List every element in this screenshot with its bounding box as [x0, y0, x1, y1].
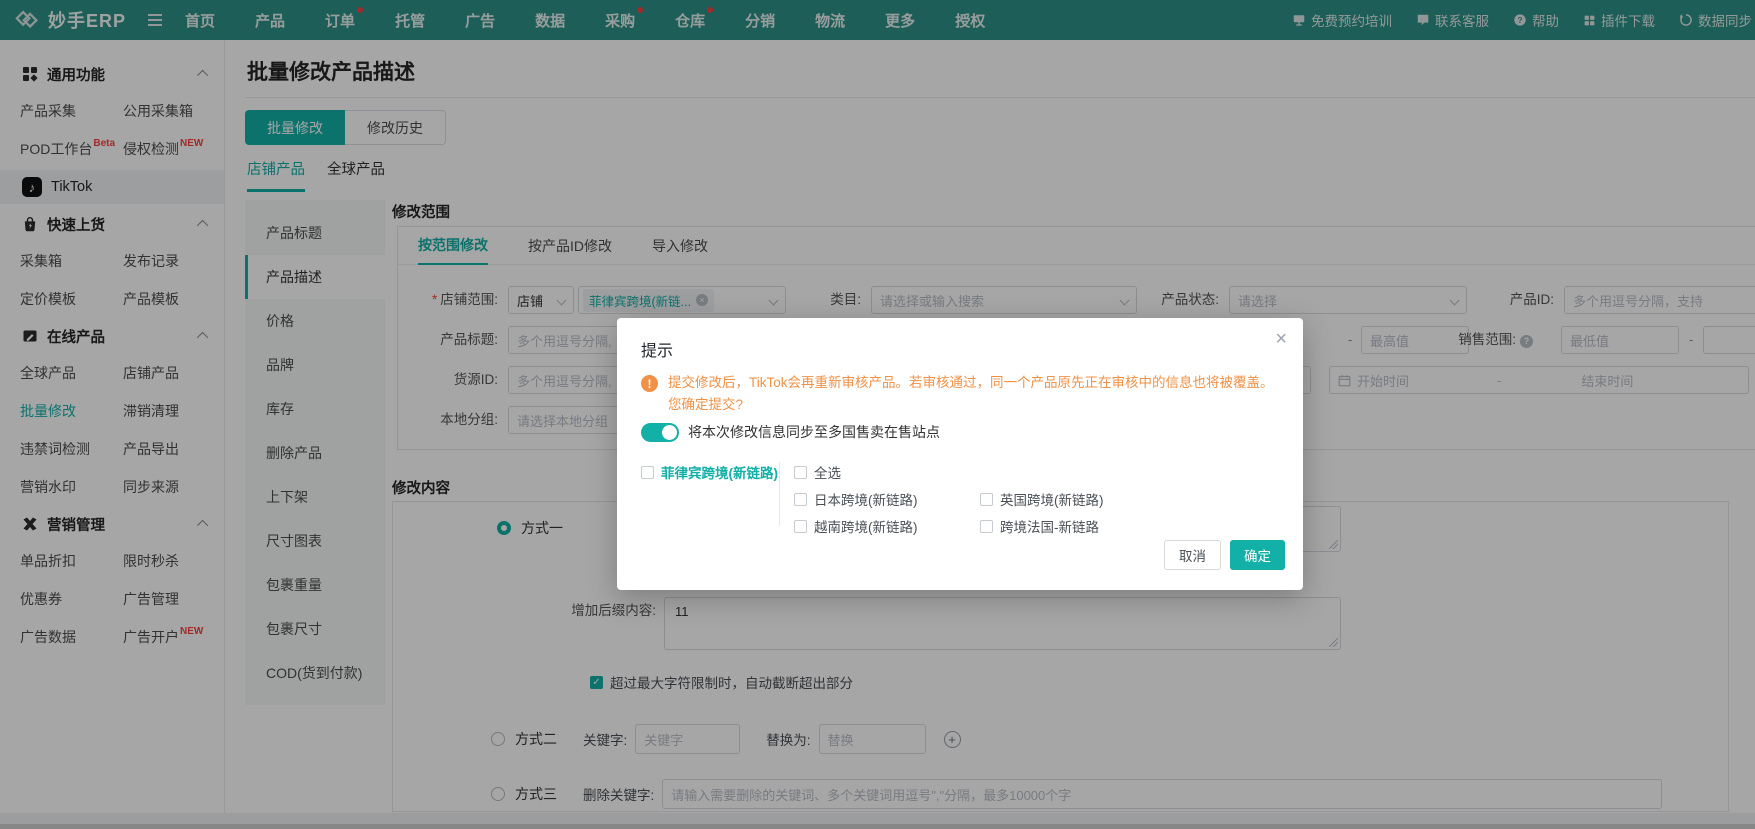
- site-checkbox-vietnam[interactable]: 越南跨境(新链路): [794, 516, 980, 536]
- site-selection: 菲律宾跨境(新链路) 全选 日本跨境(新链路) 英国跨境(新链路) 越南跨境(新…: [641, 462, 1166, 536]
- divider: [779, 462, 780, 526]
- confirm-dialog: 提示 × ! 提交修改后，TikTok会再重新审核产品。若审核通过，同一个产品原…: [617, 318, 1303, 590]
- warning-text: 提交修改后，TikTok会再重新审核产品。若审核通过，同一个产品原先正在审核中的…: [668, 375, 1274, 413]
- dialog-title: 提示: [641, 343, 674, 360]
- site-checkbox-france[interactable]: 跨境法国-新链路: [980, 516, 1166, 536]
- site-checkbox-uk[interactable]: 英国跨境(新链路): [980, 489, 1166, 509]
- checkbox-icon[interactable]: [794, 465, 807, 479]
- checkbox-icon[interactable]: [980, 492, 993, 506]
- checkbox-icon[interactable]: [641, 465, 654, 479]
- checkbox-icon[interactable]: [794, 519, 807, 533]
- site-checkbox-philippines[interactable]: 菲律宾跨境(新链路): [641, 462, 778, 482]
- close-icon[interactable]: ×: [1275, 328, 1287, 351]
- sync-toggle-row: 将本次修改信息同步至多国售卖在售站点: [641, 422, 940, 442]
- erp-screen: 妙手ERP 首页 产品 订单 托管 广告 数据 采购 仓库 分销 物流 更多 授…: [0, 0, 1755, 829]
- site-grid: 全选 日本跨境(新链路) 英国跨境(新链路) 越南跨境(新链路) 跨境法国-新链…: [794, 462, 1166, 536]
- checkbox-icon[interactable]: [794, 492, 807, 506]
- cancel-button[interactable]: 取消: [1164, 540, 1221, 570]
- site-checkbox-japan[interactable]: 日本跨境(新链路): [794, 489, 980, 509]
- warning-icon: !: [641, 375, 658, 392]
- site-checkbox-select-all[interactable]: 全选: [794, 462, 980, 482]
- warning-message: ! 提交修改后，TikTok会再重新审核产品。若审核通过，同一个产品原先正在审核…: [641, 372, 1277, 417]
- sync-toggle[interactable]: [641, 422, 679, 442]
- dialog-footer: 取消 确定: [1164, 540, 1285, 570]
- checkbox-icon[interactable]: [980, 519, 993, 533]
- confirm-button[interactable]: 确定: [1230, 540, 1285, 570]
- toggle-knob: [662, 424, 677, 440]
- sync-toggle-label: 将本次修改信息同步至多国售卖在售站点: [688, 424, 940, 440]
